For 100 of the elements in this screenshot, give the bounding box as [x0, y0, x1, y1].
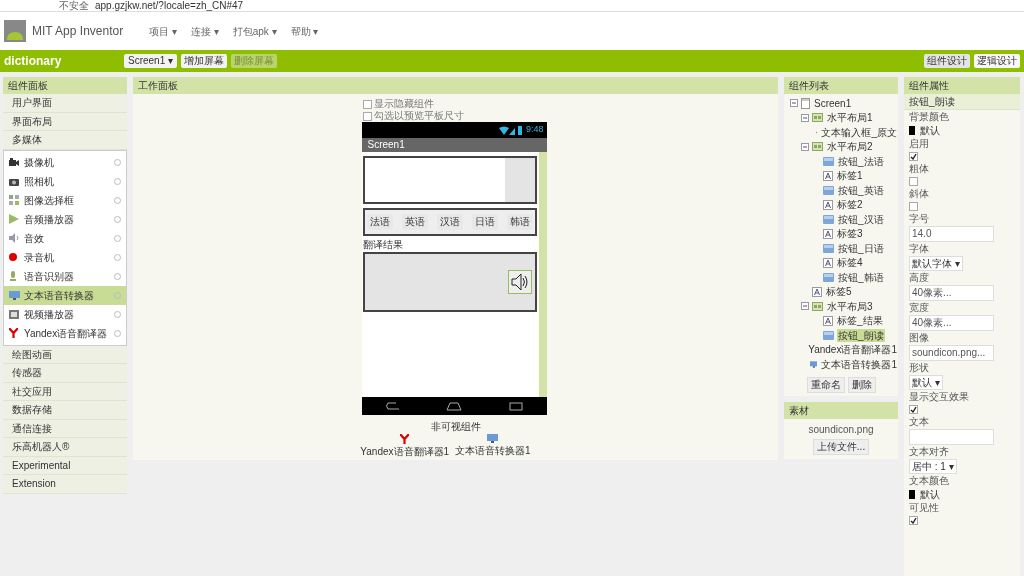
- view-toggle-button[interactable]: 组件设计: [924, 54, 970, 68]
- collapse-icon[interactable]: [801, 113, 809, 122]
- checkbox[interactable]: [909, 152, 918, 161]
- property-dropdown[interactable]: 居中 : 1 ▾: [909, 459, 957, 474]
- media-file[interactable]: soundicon.png: [808, 421, 874, 437]
- tree-item[interactable]: 水平布局1: [826, 111, 874, 125]
- palette-item-label: 音效: [24, 231, 44, 246]
- palette-category[interactable]: 多媒体: [3, 131, 127, 150]
- recent-apps-icon[interactable]: [507, 401, 524, 411]
- tree-item[interactable]: 按钮_日语: [837, 241, 885, 255]
- tree-item[interactable]: 标签_结果: [836, 314, 884, 328]
- tree-item[interactable]: Screen1: [813, 96, 853, 110]
- menu-item[interactable]: 连接 ▾: [190, 23, 219, 39]
- tree-item[interactable]: 水平布局3: [826, 299, 874, 313]
- property-input-field[interactable]: 14.0: [909, 226, 994, 242]
- screen-icon: [801, 97, 810, 109]
- language-button[interactable]: 法语: [366, 214, 393, 230]
- palette-category[interactable]: 用户界面: [3, 94, 127, 113]
- checkmark-icon: [910, 153, 917, 160]
- color-swatch[interactable]: [909, 126, 915, 135]
- screen-button[interactable]: 增加屏幕: [181, 54, 228, 68]
- nonvisible-component[interactable]: 文本语音转换器1: [455, 443, 531, 458]
- checkbox[interactable]: [909, 405, 918, 414]
- property-dropdown[interactable]: 默认 ▾: [909, 375, 943, 390]
- tree-item[interactable]: 标签2: [836, 198, 864, 212]
- collapse-icon[interactable]: [801, 142, 809, 151]
- palette-item[interactable]: 音频播放器: [4, 209, 126, 229]
- palette-category[interactable]: 数据存储: [3, 401, 127, 420]
- palette-category[interactable]: 乐高机器人®: [3, 438, 127, 457]
- language-button[interactable]: 汉语: [436, 214, 463, 230]
- language-button[interactable]: 英语: [401, 214, 428, 230]
- tree-item[interactable]: 标签4: [836, 256, 864, 270]
- palette-item[interactable]: Yandex语音翻译器: [4, 323, 126, 343]
- property-input-field[interactable]: soundicon.png...: [909, 345, 994, 361]
- tree-item[interactable]: 标签3: [836, 227, 864, 241]
- view-toggle-button[interactable]: 逻辑设计: [974, 54, 1020, 68]
- checkbox[interactable]: [363, 111, 372, 121]
- color-swatch[interactable]: [909, 490, 915, 499]
- menu-item[interactable]: 项目 ▾: [149, 23, 177, 39]
- tree-item[interactable]: 按钮_法语: [837, 154, 885, 168]
- language-button[interactable]: 韩语: [506, 214, 533, 230]
- menu-item[interactable]: 帮助 ▾: [290, 23, 319, 39]
- status-icons: [498, 125, 523, 135]
- collapse-icon[interactable]: [790, 99, 798, 108]
- tree-action-button[interactable]: 重命名: [806, 376, 845, 393]
- microphone-icon: [9, 271, 17, 281]
- tree-item[interactable]: 标签1: [836, 169, 864, 183]
- palette-item[interactable]: 照相机: [4, 171, 126, 191]
- property-input-field[interactable]: 40像素...: [909, 315, 994, 331]
- palette-item[interactable]: 录音机: [4, 247, 126, 267]
- collapse-icon[interactable]: [801, 302, 809, 311]
- language-button[interactable]: 日语: [471, 214, 498, 230]
- back-icon[interactable]: [384, 401, 401, 411]
- property-input-field[interactable]: [909, 429, 994, 445]
- tree-item[interactable]: 文本语音转换器1: [820, 357, 898, 371]
- palette-item-label: 照相机: [24, 174, 54, 189]
- palette-item[interactable]: 图像选择框: [4, 190, 126, 210]
- security-label: 不安全: [59, 0, 89, 11]
- checkbox[interactable]: [909, 177, 918, 186]
- tree-item[interactable]: 按钮_汉语: [837, 212, 885, 226]
- screen-title-bar: Screen1: [361, 138, 547, 152]
- checkbox[interactable]: [909, 516, 918, 525]
- url-text[interactable]: app.gzjkw.net/?locale=zh_CN#47: [95, 0, 244, 11]
- palette-item[interactable]: 摄像机: [4, 152, 126, 172]
- palette-item-label: 语音识别器: [24, 269, 74, 284]
- property-input-field[interactable]: 40像素...: [909, 285, 994, 301]
- home-icon[interactable]: [446, 401, 462, 411]
- tree-item[interactable]: 标签5: [825, 285, 853, 299]
- speaker-button-icon[interactable]: [507, 270, 532, 294]
- palette-category[interactable]: 传感器: [3, 364, 127, 383]
- nonvisible-component[interactable]: Yandex语音翻译器1: [360, 444, 450, 459]
- palette-item[interactable]: 语音识别器: [4, 266, 126, 286]
- layout-icon: [812, 113, 823, 123]
- text-input-field[interactable]: [364, 158, 505, 202]
- tree-item[interactable]: 按钮_韩语: [837, 270, 885, 284]
- palette-item[interactable]: 文本语音转换器: [4, 285, 126, 305]
- palette-item[interactable]: 视频播放器: [4, 304, 126, 324]
- record-dot-icon: [9, 253, 17, 261]
- tree-item[interactable]: 按钮_英语: [837, 183, 885, 197]
- checkbox[interactable]: [363, 99, 372, 109]
- property-dropdown[interactable]: 默认字体 ▾: [909, 256, 963, 271]
- checkbox[interactable]: [909, 202, 918, 211]
- property-label: 可见性: [909, 502, 940, 514]
- letter-a-icon: [823, 170, 833, 181]
- palette-item-label: 文本语音转换器: [24, 288, 94, 303]
- panel-header: 组件列表: [784, 77, 898, 94]
- tree-item[interactable]: 按钮_朗读: [837, 328, 885, 342]
- button-icon: [823, 185, 834, 195]
- panel-header: 工作面板: [133, 77, 778, 94]
- tree-action-button[interactable]: 删除: [847, 376, 876, 393]
- tree-item[interactable]: 水平布局2: [826, 140, 874, 154]
- screen-dropdown[interactable]: Screen1 ▾: [124, 54, 178, 68]
- tree-item[interactable]: 文本输入框_原文: [820, 125, 898, 139]
- upload-button[interactable]: 上传文件...: [812, 438, 870, 455]
- menu-item[interactable]: 打包apk ▾: [232, 23, 277, 39]
- tree-item[interactable]: Yandex语音翻译器1: [807, 343, 898, 357]
- palette-category[interactable]: Extension: [3, 475, 127, 494]
- monitor-icon: [809, 359, 818, 369]
- option-label: 勾选以预览平板尺寸: [374, 110, 464, 122]
- palette-item[interactable]: 音效: [4, 228, 126, 248]
